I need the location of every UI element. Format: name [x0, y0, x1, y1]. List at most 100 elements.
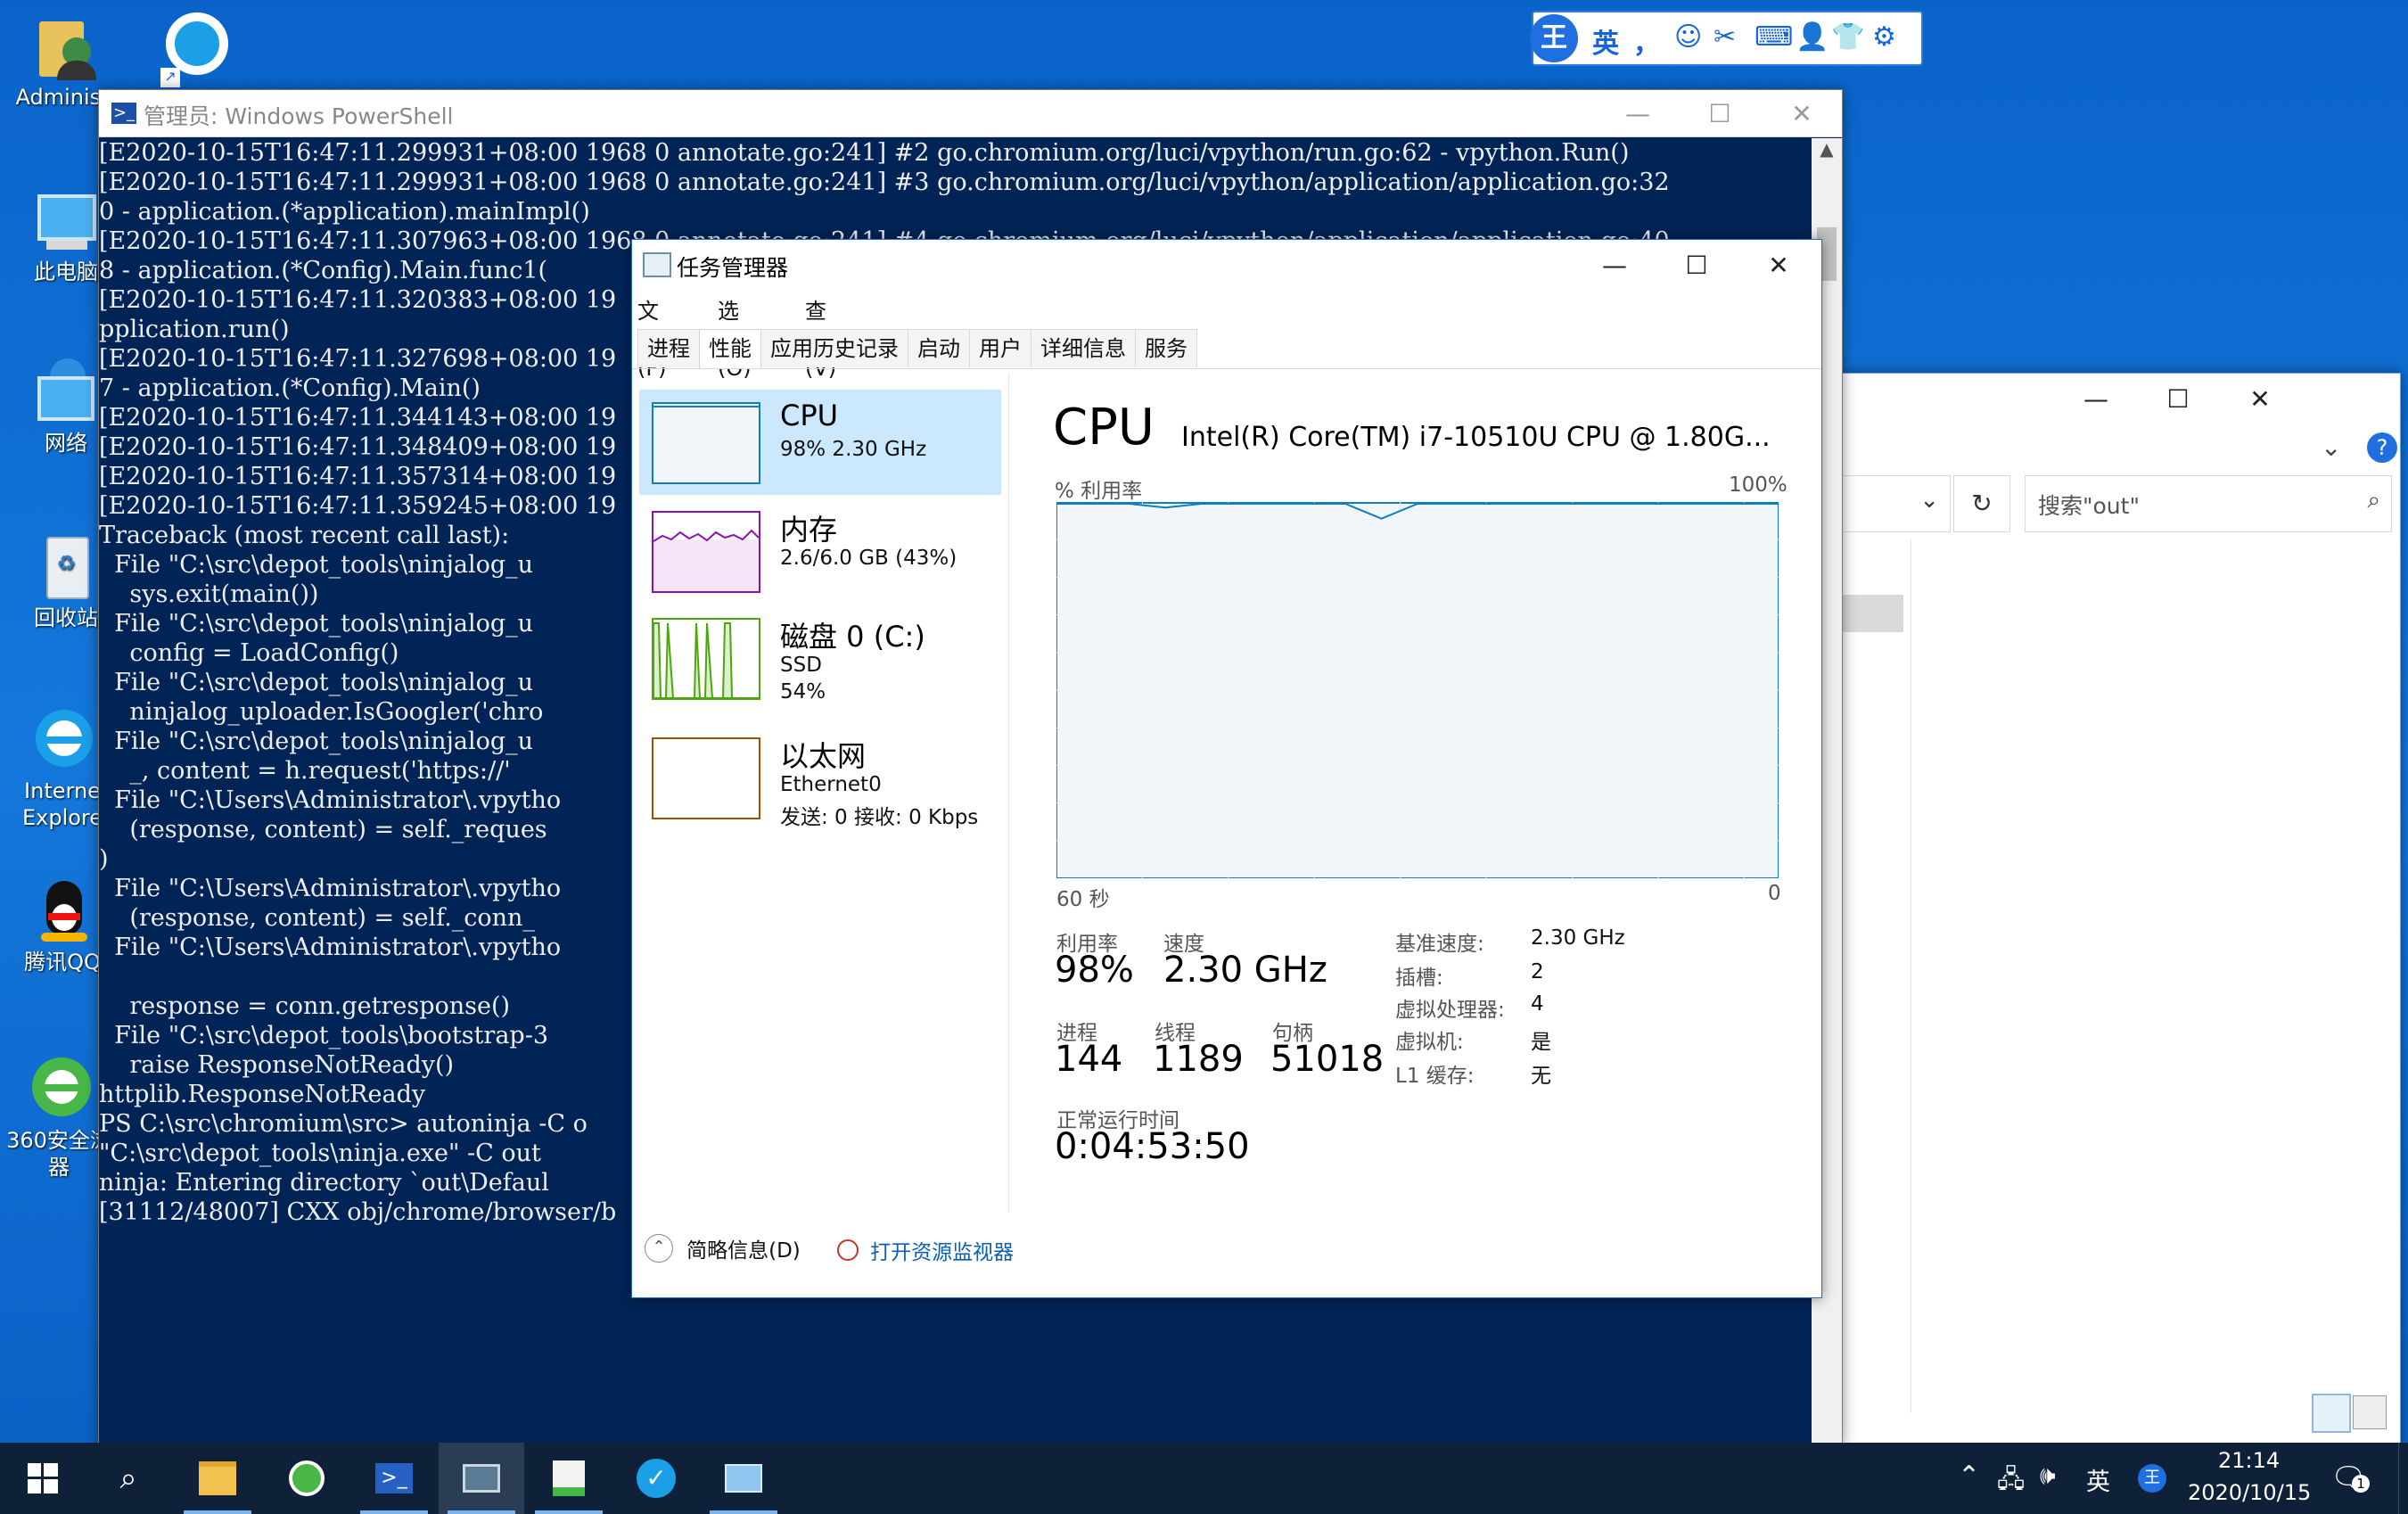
ime-punct-toggle[interactable]: ，: [1633, 21, 1660, 61]
resource-monitor-icon: [837, 1239, 859, 1261]
large-icons-view-icon[interactable]: [2353, 1395, 2387, 1429]
open-resource-monitor-link[interactable]: 打开资源监视器: [837, 1235, 1014, 1271]
cpu-model: Intel(R) Core(TM) i7-10510U CPU @ 1.80G.…: [1181, 422, 1771, 453]
fewer-details-label: 简略信息(D): [686, 1239, 801, 1263]
help-icon[interactable]: ?: [2367, 432, 2397, 463]
sidebar-item-disk[interactable]: 磁盘 0 (C:) SSD 54%: [639, 605, 1001, 711]
taskbar-search-button[interactable]: ⌕: [86, 1443, 171, 1514]
fewer-details-button[interactable]: ⌃ 简略信息(D): [645, 1233, 801, 1269]
chevron-down-icon[interactable]: ⌄: [2321, 432, 2341, 462]
task-manager-minimize-button[interactable]: —: [1574, 240, 1656, 290]
speed-value: 2.30 GHz: [1163, 950, 1327, 991]
detail-value-virtual-machine: 是: [1531, 1031, 1551, 1054]
powershell-icon: >_: [375, 1463, 413, 1493]
cpu-utilization-area: [1057, 504, 1778, 877]
sidebar-item-ethernet[interactable]: 以太网 Ethernet0 发送: 0 接收: 0 Kbps: [639, 725, 1001, 830]
desktop-icon-360-browser[interactable]: 360安全浏 器: [5, 1056, 112, 1181]
taskbar-file-explorer[interactable]: [175, 1443, 260, 1514]
taskbar-task-manager[interactable]: [439, 1443, 524, 1514]
taskbar-360-browser[interactable]: [264, 1443, 349, 1514]
start-button[interactable]: [0, 1443, 86, 1514]
tab-details[interactable]: 详细信息: [1031, 329, 1136, 367]
ime-logo-icon[interactable]: 王: [1530, 14, 1578, 62]
powershell-maximize-button[interactable]: ☐: [1679, 90, 1761, 136]
handles-value: 51018: [1270, 1039, 1385, 1080]
network-icon: [30, 358, 102, 426]
control-panel-icon: [725, 1464, 762, 1493]
search-box[interactable]: 搜索"out" ⌕: [2025, 475, 2392, 532]
tray-chevron-up-icon[interactable]: ⌃: [1958, 1461, 1980, 1492]
powershell-title: 管理员: Windows PowerShell: [144, 103, 454, 129]
uptime-value: 0:04:53:50: [1055, 1126, 1250, 1167]
ime-lang-toggle[interactable]: 英: [1592, 21, 1619, 61]
address-bar[interactable]: ⌄: [1843, 475, 1951, 532]
task-manager-titlebar[interactable]: 任务管理器 — ☐ ✕: [632, 240, 1821, 290]
notepad-chart-icon: [553, 1461, 585, 1496]
nav-pane-selected-item[interactable]: [1843, 595, 1903, 632]
tab-users[interactable]: 用户: [969, 329, 1031, 367]
show-desktop-button[interactable]: [2398, 1443, 2408, 1514]
ime-toolbar[interactable]: 王 英 ， ☺ ✂ ⌨ 👤 👕 ⚙: [1530, 11, 1923, 66]
360-browser-icon: [289, 1461, 325, 1496]
taskbar-notepad-app[interactable]: [526, 1443, 612, 1514]
task-manager-title: 任务管理器: [677, 255, 789, 281]
powershell-close-button[interactable]: ✕: [1761, 90, 1843, 136]
skin-shirt-icon[interactable]: 👕: [1831, 21, 1864, 53]
sidebar-cpu-name: CPU: [780, 399, 839, 432]
scroll-up-arrow-icon[interactable]: ▲: [1812, 138, 1842, 160]
task-manager-icon: [643, 252, 671, 277]
tab-performance[interactable]: 性能: [699, 329, 761, 369]
task-manager-icon: [463, 1464, 500, 1493]
network-status-icon[interactable]: 🖧: [1997, 1461, 2025, 1503]
tab-strip: 进程 性能 应用历史记录 启动 用户 详细信息 服务: [637, 329, 1197, 369]
file-explorer-window[interactable]: — ☐ ✕ ⌄ ? ⌄ ↻ 搜索"out" ⌕: [1842, 373, 2401, 1444]
console-line: [E2020-10-15T16:47:11.299931+08:00 1968 …: [99, 139, 1630, 167]
settings-gear-icon[interactable]: ⚙: [1872, 21, 1896, 53]
address-dropdown-icon[interactable]: ⌄: [1919, 487, 1939, 514]
taskbar-control-panel[interactable]: [701, 1443, 786, 1514]
user-icon[interactable]: 👤: [1796, 21, 1829, 53]
cpu-heading: CPU: [1053, 399, 1155, 457]
check-circle-icon: ✓: [637, 1459, 676, 1498]
explorer-minimize-button[interactable]: —: [2055, 374, 2137, 424]
scissors-icon[interactable]: ✂: [1714, 21, 1736, 53]
sidebar-item-memory[interactable]: 内存 2.6/6.0 GB (43%): [639, 498, 1001, 604]
clock-time[interactable]: 21:14: [2218, 1448, 2280, 1473]
powershell-titlebar[interactable]: >_ 管理员: Windows PowerShell — ☐ ✕: [99, 90, 1842, 137]
sidebar-item-cpu[interactable]: CPU 98% 2.30 GHz: [639, 390, 1001, 495]
ethernet-thumbnail-graph: [652, 737, 760, 819]
action-center-button[interactable]: 🗨 1: [2330, 1461, 2370, 1496]
ie-shortcut-top-icon[interactable]: ↗: [160, 9, 241, 89]
taskbar-vs-app[interactable]: ✓: [613, 1443, 699, 1514]
volume-icon[interactable]: 🕪: [2040, 1461, 2056, 1491]
powershell-minimize-button[interactable]: —: [1597, 90, 1679, 136]
search-input[interactable]: 搜索"out": [2038, 489, 2140, 521]
keyboard-icon[interactable]: ⌨: [1755, 21, 1793, 53]
task-manager-maximize-button[interactable]: ☐: [1656, 240, 1738, 290]
detail-key-virtual-processors: 虚拟处理器:: [1395, 999, 1505, 1022]
task-manager-close-button[interactable]: ✕: [1738, 240, 1820, 290]
refresh-button[interactable]: ↻: [1953, 475, 2010, 532]
tab-divider: [632, 368, 1821, 369]
details-view-icon[interactable]: [2312, 1394, 2351, 1433]
explorer-maximize-button[interactable]: ☐: [2137, 374, 2219, 424]
explorer-close-button[interactable]: ✕: [2219, 374, 2301, 424]
clock-date[interactable]: 2020/10/15: [2188, 1480, 2311, 1505]
detail-key-virtual-machine: 虚拟机:: [1395, 1031, 1464, 1054]
tab-startup[interactable]: 启动: [908, 329, 970, 367]
processes-value: 144: [1055, 1039, 1123, 1080]
ime-tray-icon[interactable]: 王: [2138, 1464, 2166, 1493]
sidebar-disk-usage: 54%: [780, 680, 826, 704]
detail-key-l1-cache: L1 缓存:: [1395, 1065, 1475, 1088]
disk-thumbnail-graph: [652, 618, 760, 700]
emoji-icon[interactable]: ☺: [1674, 21, 1702, 53]
tab-processes[interactable]: 进程: [637, 329, 700, 367]
task-manager-window[interactable]: 任务管理器 — ☐ ✕ 文件(F) 选项(O) 查看(V) 进程 性能 应用历史…: [631, 239, 1822, 1298]
search-icon: ⌕: [2367, 487, 2380, 514]
search-icon: ⌕: [119, 1461, 137, 1496]
tab-services[interactable]: 服务: [1135, 329, 1197, 367]
taskbar-powershell[interactable]: >_: [351, 1443, 437, 1514]
input-lang-indicator[interactable]: 英: [2086, 1462, 2110, 1497]
recycle-bin-icon: ♻: [30, 533, 102, 601]
tab-app-history[interactable]: 应用历史记录: [760, 329, 908, 367]
